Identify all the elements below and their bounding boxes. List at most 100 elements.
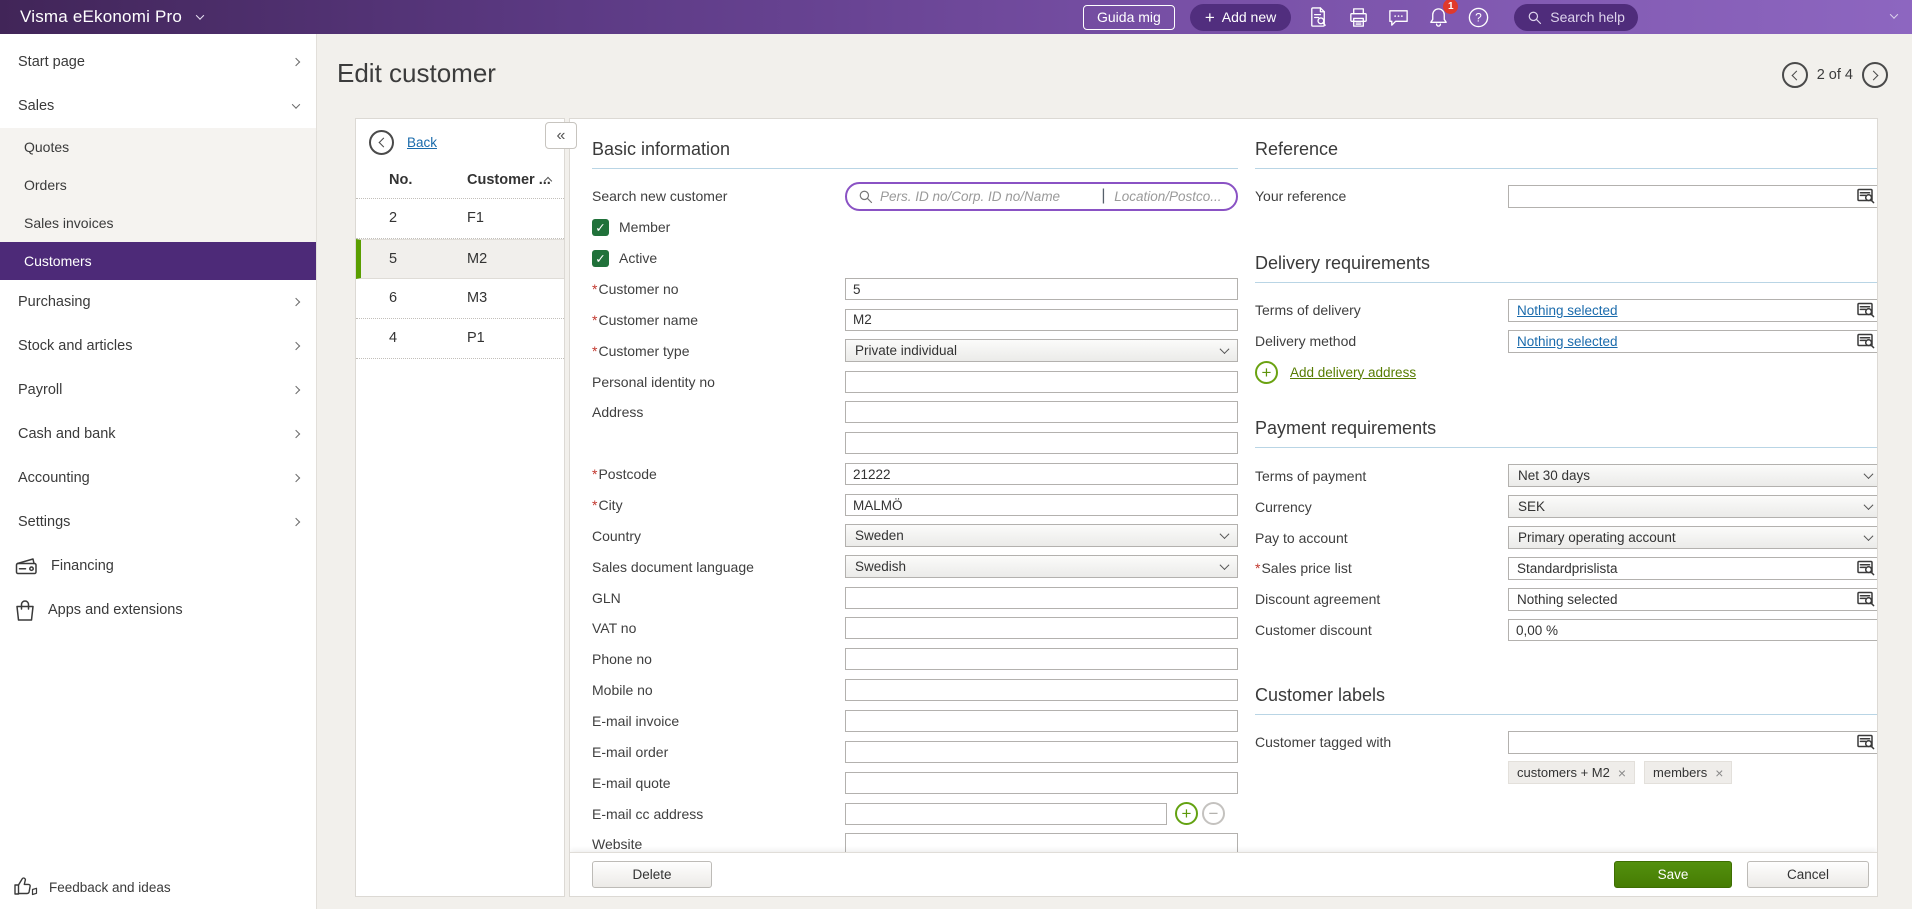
customer-name-input[interactable]	[845, 309, 1238, 331]
sidebar-item-label: Sales	[18, 98, 54, 114]
notifications-bell-icon[interactable]: 1	[1426, 5, 1451, 30]
sidebar-nav: Start page Sales QuotesOrdersSales invoice…	[0, 34, 316, 632]
phone-no-input[interactable]	[845, 648, 1238, 670]
sidebar-item-payroll[interactable]: Payroll	[0, 368, 316, 412]
e-mail-order-input[interactable]	[845, 741, 1238, 763]
messages-icon[interactable]	[1386, 5, 1411, 30]
pay-to-account-select[interactable]: Primary operating account	[1508, 526, 1878, 549]
terms-of-delivery-field[interactable]: Nothing selected	[1508, 299, 1878, 322]
sales-price-list-field[interactable]: Standardprislista	[1508, 557, 1878, 580]
sidebar-item-label: Customers	[24, 253, 92, 269]
lookup-icon[interactable]	[1857, 591, 1875, 607]
customer-tagged-with-field[interactable]	[1508, 731, 1878, 754]
terms-of-payment-select[interactable]: Net 30 days	[1508, 464, 1878, 487]
customer-type-select[interactable]: Private individual	[845, 339, 1238, 362]
lookup-value[interactable]: Nothing selected	[1517, 303, 1618, 318]
sidebar-item-cash-and-bank[interactable]: Cash and bank	[0, 412, 316, 456]
customer-no-input[interactable]	[845, 278, 1238, 300]
sidebar-item-start-page[interactable]: Start page	[0, 40, 316, 84]
active-checkbox[interactable]: ✓	[592, 250, 609, 267]
sidebar-item-purchasing[interactable]: Purchasing	[0, 280, 316, 324]
back-link[interactable]: Back	[407, 135, 437, 150]
save-button[interactable]: Save	[1614, 861, 1732, 888]
feedback-and-ideas-link[interactable]: Feedback and ideas	[13, 876, 171, 898]
e-mail-quote-input[interactable]	[845, 772, 1238, 794]
app-title-chevron-down-icon[interactable]	[196, 11, 204, 19]
collapse-panel-button[interactable]: «	[545, 122, 577, 149]
sidebar-item-orders[interactable]: Orders	[0, 166, 316, 204]
remove-tag-icon[interactable]: ×	[1618, 766, 1626, 780]
sidebar-item-sales[interactable]: Sales	[0, 84, 316, 128]
sidebar-item-customers[interactable]: Customers	[0, 242, 316, 280]
your-reference-field[interactable]	[1508, 185, 1878, 208]
delete-button[interactable]: Delete	[592, 861, 712, 888]
mobile-no-input[interactable]	[845, 679, 1238, 701]
currency-select[interactable]: SEK	[1508, 495, 1878, 518]
column-header-customer[interactable]: Customer ...	[467, 172, 551, 188]
search-help-input[interactable]: Search help	[1514, 4, 1638, 31]
sales-document-language-select[interactable]: Swedish	[845, 555, 1238, 578]
personal-identity-no-label: Personal identity no	[592, 374, 845, 390]
personal-identity-no-input[interactable]	[845, 371, 1238, 393]
customer-tag[interactable]: members×	[1644, 761, 1732, 784]
topbar-corner-chevron-down-icon[interactable]	[1890, 10, 1898, 18]
customer-row-p1[interactable]: 4P1	[356, 319, 564, 359]
add-new-button[interactable]: + Add new	[1190, 4, 1291, 31]
gln-input[interactable]	[845, 587, 1238, 609]
add-delivery-address-link[interactable]: Add delivery address	[1290, 365, 1416, 380]
sidebar-item-settings[interactable]: Settings	[0, 500, 316, 544]
remove-tag-icon[interactable]: ×	[1715, 766, 1723, 780]
lookup-icon[interactable]	[1857, 188, 1875, 204]
discount-agreement-field[interactable]: Nothing selected	[1508, 588, 1878, 611]
lookup-value[interactable]: Nothing selected	[1517, 334, 1618, 349]
field-row-city: City	[592, 490, 1238, 521]
cancel-button[interactable]: Cancel	[1747, 861, 1869, 888]
sidebar-item-apps-and-extensions[interactable]: Apps and extensions	[0, 588, 316, 632]
add-cc-address-button[interactable]: +	[1175, 802, 1198, 825]
country-select[interactable]: Sweden	[845, 524, 1238, 547]
guida-mig-button[interactable]: Guida mig	[1083, 5, 1175, 30]
lookup-icon[interactable]	[1857, 734, 1875, 750]
city-input[interactable]	[845, 494, 1238, 516]
customer-row-m3[interactable]: 6M3	[356, 279, 564, 319]
search-placeholder-left: Pers. ID no/Corp. ID no/Name	[880, 189, 1060, 204]
chevron-right-icon	[292, 342, 300, 350]
e-mail-invoice-input[interactable]	[845, 710, 1238, 732]
e-mail-cc-address-input[interactable]	[845, 803, 1167, 825]
lookup-icon[interactable]	[1857, 302, 1875, 318]
next-record-button[interactable]	[1862, 62, 1888, 88]
sidebar-item-accounting[interactable]: Accounting	[0, 456, 316, 500]
blank-input[interactable]	[845, 432, 1238, 454]
member-checkbox[interactable]: ✓	[592, 219, 609, 236]
lookup-icon[interactable]	[1857, 560, 1875, 576]
back-button[interactable]	[369, 130, 394, 155]
print-icon[interactable]	[1346, 5, 1371, 30]
field-row-delivery-method: Delivery methodNothing selected	[1255, 326, 1878, 357]
sidebar-item-sales-invoices[interactable]: Sales invoices	[0, 204, 316, 242]
address-input[interactable]	[845, 401, 1238, 423]
customer-discount-input[interactable]	[1508, 619, 1878, 641]
document-search-icon[interactable]	[1306, 5, 1331, 30]
postcode-input[interactable]	[845, 463, 1238, 485]
customer-row-m2[interactable]: 5M2	[356, 239, 564, 279]
sidebar-item-quotes[interactable]: Quotes	[0, 128, 316, 166]
app-title[interactable]: Visma eEkonomi Pro	[20, 7, 182, 27]
previous-record-button[interactable]	[1782, 62, 1808, 88]
section-title-basic-information: Basic information	[592, 139, 1238, 169]
lookup-icon[interactable]	[1857, 333, 1875, 349]
delivery-method-field[interactable]: Nothing selected	[1508, 330, 1878, 353]
sidebar-item-financing[interactable]: Financing	[0, 544, 316, 588]
search-icon	[1527, 10, 1542, 25]
column-header-no[interactable]: No.	[389, 172, 412, 188]
customer-tag[interactable]: customers + M2×	[1508, 761, 1635, 784]
help-icon[interactable]: ?	[1466, 5, 1491, 30]
search-new-customer-input[interactable]: Pers. ID no/Corp. ID no/Name|Location/Po…	[845, 182, 1238, 211]
sidebar-item-stock-and-articles[interactable]: Stock and articles	[0, 324, 316, 368]
add-delivery-address[interactable]: +Add delivery address	[1255, 361, 1416, 384]
remove-cc-address-button[interactable]: −	[1202, 802, 1225, 825]
vat-no-input[interactable]	[845, 617, 1238, 639]
website-label: Website	[592, 836, 845, 852]
sidebar-item-label: Stock and articles	[18, 338, 132, 354]
customer-discount-label: Customer discount	[1255, 622, 1508, 638]
customer-row-f1[interactable]: 2F1	[356, 199, 564, 239]
